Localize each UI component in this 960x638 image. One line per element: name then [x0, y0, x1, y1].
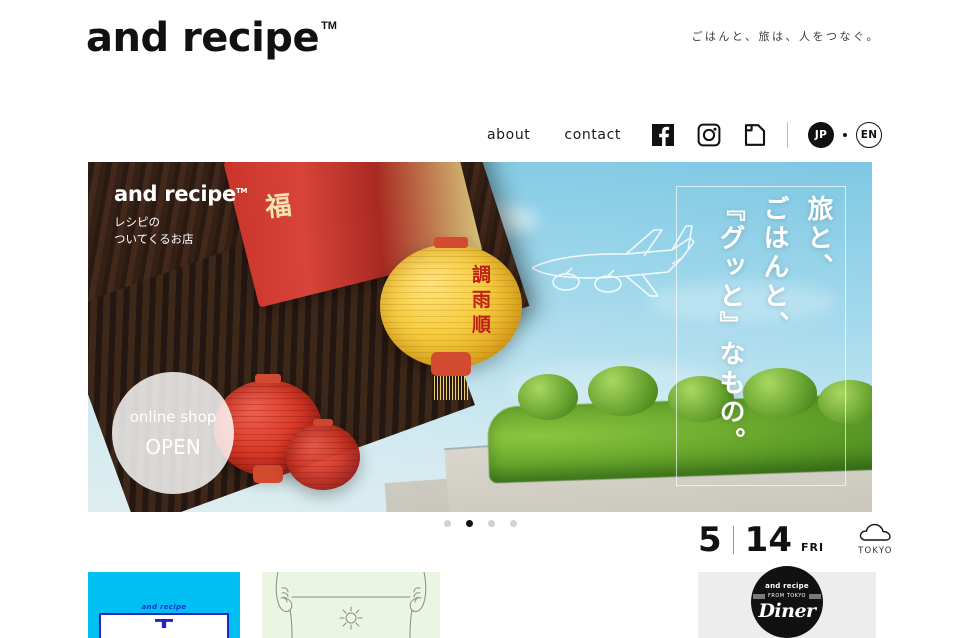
hands-sun-illustration [275, 572, 427, 638]
carousel-dot-active[interactable] [465, 520, 473, 527]
carousel-dot[interactable] [443, 520, 451, 527]
online-shop-badge[interactable]: online shop OPEN [112, 372, 234, 494]
vertical-line-3: 『グッと』なもの。 [715, 195, 745, 456]
lantern-cap [434, 237, 468, 248]
hero-subtitle: レシピの ついてくるお店 [114, 214, 247, 249]
lang-en-button[interactable]: EN [856, 122, 882, 148]
lantern-cap [313, 419, 333, 426]
date-day: 14 [744, 520, 792, 560]
card-cyan-label: and recipe [141, 603, 187, 611]
nav-link-contact[interactable]: contact [564, 127, 621, 143]
vertical-line-1: 旅と、 [803, 195, 833, 282]
hero-vertical-copy: 『グッと』なもの。 ごはんと、 旅と、 [705, 195, 837, 475]
instagram-icon[interactable] [697, 123, 721, 147]
hero-vertical-copy-frame: 『グッと』なもの。 ごはんと、 旅と、 [676, 186, 846, 486]
carousel-dot[interactable] [487, 520, 495, 527]
lantern-base [253, 465, 283, 483]
date-month: 5 [698, 520, 722, 560]
nav-link-about[interactable]: about [487, 127, 530, 143]
content-cards: and recipe [88, 572, 440, 638]
lantern-glyph: 雨 [472, 289, 492, 311]
carousel-dot[interactable] [509, 520, 517, 527]
diner-brand: and recipe [765, 582, 809, 590]
site-logo-text: and recipe [86, 15, 320, 61]
trademark-symbol: TM [321, 20, 337, 32]
lantern-cap [255, 374, 281, 383]
homepage: and recipe TM ごはんと、旅は、人をつなぐ。 about conta… [0, 0, 960, 638]
hedge-tuft [518, 374, 578, 420]
diner-subline: FROM TOKYO [753, 593, 821, 599]
diner-card[interactable]: and recipe FROM TOKYO Diner [698, 566, 876, 638]
diner-bar-left [753, 593, 765, 599]
lantern-glyph: 調 [472, 264, 492, 286]
card-cyan[interactable]: and recipe [88, 572, 240, 638]
nav-divider [787, 122, 788, 148]
hero-logo-tm: TM [236, 187, 248, 195]
hero-logo: and recipeTM レシピの ついてくるお店 [114, 184, 247, 249]
site-header: and recipe TM ごはんと、旅は、人をつなぐ。 [0, 0, 960, 110]
lantern-yellow: 調 雨 順 [380, 237, 522, 400]
social-links [651, 123, 767, 147]
weather-widget: TOKYO [858, 522, 893, 556]
hedge-tuft [588, 366, 658, 416]
hero-carousel[interactable]: 福 調 雨 順 and recipeTM レシピの ついてくるお店 『グッと』な… [88, 162, 872, 512]
vertical-line-2: ごはんと、 [759, 195, 789, 340]
facebook-icon[interactable] [651, 123, 675, 147]
date-weather-bar: 5 14 FRI TOKYO [698, 522, 893, 557]
date-weekday: FRI [801, 541, 825, 554]
weather-city: TOKYO [858, 546, 893, 556]
hero-logo-text: and recipeTM [114, 184, 247, 205]
lantern-base [431, 352, 471, 376]
cloud-icon [860, 523, 892, 541]
hero-subtitle-line1: レシピの [114, 215, 160, 229]
hero-subtitle-line2: ついてくるお店 [114, 232, 194, 247]
lang-separator-dot [843, 133, 847, 137]
online-shop-status: OPEN [145, 434, 201, 459]
diner-title: Diner [758, 600, 816, 622]
site-logo[interactable]: and recipe TM [86, 18, 337, 58]
lantern-glyph: 順 [472, 314, 492, 336]
lantern-red-small [286, 419, 360, 490]
card-green[interactable] [262, 572, 440, 638]
site-tagline: ごはんと、旅は、人をつなぐ。 [691, 30, 880, 43]
diner-bar-right [809, 593, 821, 599]
diner-origin: FROM TOKYO [768, 593, 806, 599]
main-navigation: about contact JP EN [487, 122, 882, 148]
hero-logo-label: and recipe [114, 182, 236, 206]
current-date: 5 14 FRI [698, 523, 824, 557]
language-switcher: JP EN [808, 122, 882, 148]
online-shop-label: online shop [129, 407, 217, 426]
lang-jp-button[interactable]: JP [808, 122, 834, 148]
diner-badge: and recipe FROM TOKYO Diner [751, 566, 823, 638]
lantern-tassel [434, 376, 468, 400]
banner-glyph: 福 [263, 190, 293, 224]
date-separator [732, 526, 734, 554]
note-icon[interactable] [743, 123, 767, 147]
